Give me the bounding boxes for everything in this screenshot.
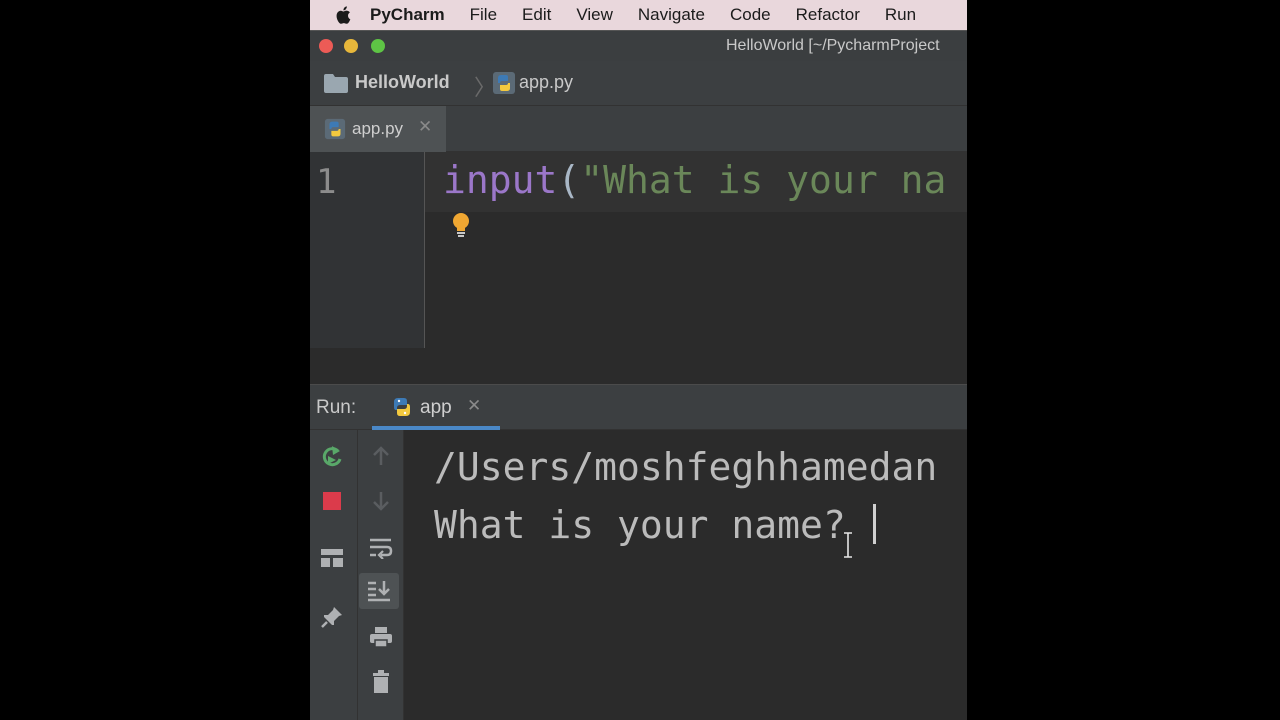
python-file-icon [493, 72, 515, 94]
soft-wrap-icon [370, 538, 393, 559]
restore-layout-button[interactable] [317, 543, 347, 573]
console-line-prompt: What is your name? [434, 496, 937, 554]
menu-code[interactable]: Code [730, 5, 771, 25]
console-line-path: /Users/moshfeghhamedan [434, 445, 938, 489]
minimize-window-button[interactable] [344, 39, 358, 53]
code-paren-token: ( [557, 158, 581, 202]
up-stack-frame-button[interactable] [366, 441, 396, 471]
menu-view[interactable]: View [576, 5, 613, 25]
pin-tab-button[interactable] [317, 602, 347, 632]
run-tool-window: /Users/moshfeghhamedan What is your name… [310, 430, 967, 720]
menu-file[interactable]: File [470, 5, 497, 25]
folder-icon [324, 74, 348, 93]
run-tab-label: app [420, 397, 452, 418]
trash-icon [373, 670, 389, 693]
mac-menu-bar: PyCharm File Edit View Navigate Code Ref… [310, 0, 967, 30]
print-button[interactable] [366, 622, 396, 652]
arrow-up-icon [373, 446, 389, 465]
scroll-to-end-button[interactable] [359, 573, 399, 609]
code-line[interactable]: input("What is your na [443, 158, 946, 202]
lightbulb-icon[interactable] [451, 212, 471, 238]
close-tab-icon[interactable]: ✕ [418, 117, 432, 137]
run-tab-app[interactable]: app ✕ [372, 385, 500, 430]
python-icon [394, 398, 410, 416]
editor-tab-app-py[interactable]: app.py ✕ [310, 106, 446, 152]
zoom-window-button[interactable] [371, 39, 385, 53]
menu-refactor[interactable]: Refactor [796, 5, 860, 25]
editor-tab-label: app.py [352, 119, 404, 138]
menu-app-name[interactable]: PyCharm [370, 5, 445, 25]
rerun-icon [322, 446, 342, 467]
arrow-down-icon [373, 492, 389, 511]
close-run-tab-icon[interactable]: ✕ [467, 396, 481, 416]
menu-run[interactable]: Run [885, 5, 916, 25]
breadcrumb: HelloWorld 〉 app.py [310, 61, 967, 106]
menu-navigate[interactable]: Navigate [638, 5, 705, 25]
ibeam-cursor-icon [844, 532, 852, 558]
breadcrumb-file[interactable]: app.py [519, 72, 573, 93]
soft-wrap-button[interactable] [366, 533, 396, 563]
stop-button[interactable] [317, 486, 347, 516]
close-window-button[interactable] [319, 39, 333, 53]
text-cursor [872, 504, 876, 544]
breadcrumb-project[interactable]: HelloWorld [355, 72, 450, 93]
code-editor[interactable]: 1 input("What is your na [310, 152, 967, 348]
run-toolbar-primary [310, 430, 358, 720]
line-gutter: 1 [310, 152, 425, 348]
code-function-token: input [443, 158, 558, 202]
rerun-button[interactable] [317, 442, 347, 472]
console-output[interactable]: /Users/moshfeghhamedan What is your name… [434, 438, 937, 554]
window-title: HelloWorld [~/PycharmProject [726, 37, 940, 54]
code-string-token: "What is your na [580, 158, 947, 202]
run-toolbar-secondary [358, 430, 404, 720]
pin-icon [321, 607, 342, 628]
run-tool-window-header: Run: app ✕ [310, 384, 967, 430]
run-panel-label: Run: [316, 397, 357, 418]
apple-logo-icon[interactable] [333, 4, 355, 26]
editor-tab-bar: app.py ✕ [310, 106, 967, 152]
console-prompt-text: What is your name? [434, 503, 869, 547]
clear-all-button[interactable] [366, 667, 396, 697]
layout-icon [321, 549, 343, 567]
down-stack-frame-button[interactable] [366, 486, 396, 516]
pycharm-screen: PyCharm File Edit View Navigate Code Ref… [310, 0, 967, 720]
print-icon [370, 627, 392, 648]
scroll-to-end-icon [368, 581, 390, 602]
stop-icon [323, 492, 341, 510]
line-number: 1 [316, 162, 337, 202]
python-file-icon [324, 118, 346, 140]
editor-bottom-space [310, 348, 967, 384]
menu-edit[interactable]: Edit [522, 5, 551, 25]
window-title-bar: HelloWorld [~/PycharmProject [310, 30, 967, 61]
